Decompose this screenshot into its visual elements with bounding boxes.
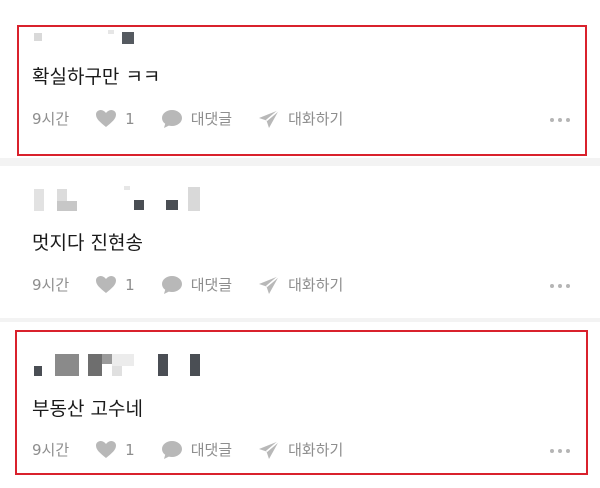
reply-button[interactable]: 대댓글 bbox=[161, 274, 232, 295]
more-dots-icon[interactable] bbox=[550, 284, 570, 288]
comment-time: 9시간 bbox=[32, 276, 70, 294]
dm-label: 대화하기 bbox=[288, 276, 344, 294]
comment-text: 멋지다 진현송 bbox=[32, 232, 143, 254]
like-button[interactable]: 1 bbox=[95, 275, 135, 294]
comment-meta: 9시간 1 대댓글 대화하기 bbox=[32, 274, 343, 295]
comment-separator bbox=[0, 318, 600, 322]
heart-icon bbox=[96, 276, 117, 293]
comment-item: 부동산 고수네 9시간 1 대댓글 대화하기 bbox=[0, 0, 600, 459]
paper-plane-icon bbox=[259, 274, 280, 294]
reply-label: 대댓글 bbox=[190, 276, 233, 294]
like-count: 1 bbox=[125, 275, 135, 294]
highlight-box bbox=[15, 330, 588, 475]
speech-bubble-icon bbox=[161, 275, 182, 294]
dm-button[interactable]: 대화하기 bbox=[258, 274, 343, 295]
